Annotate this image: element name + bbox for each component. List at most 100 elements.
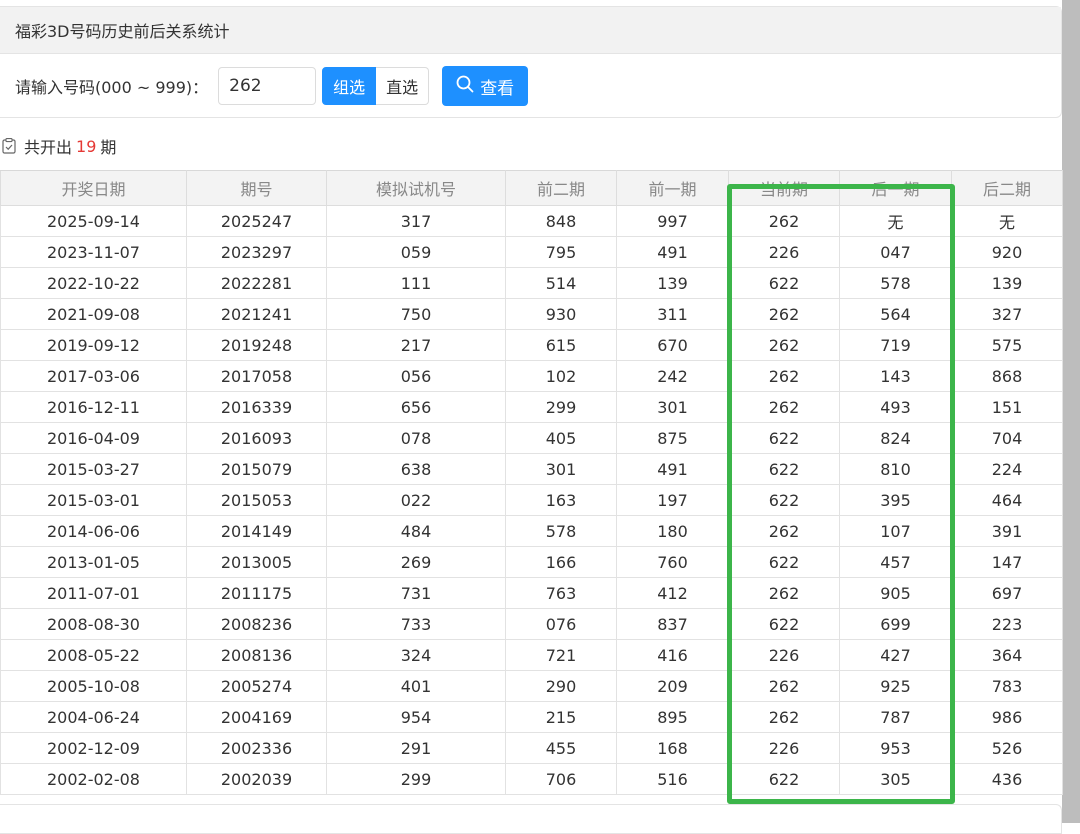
table-cell-prev2: 405: [505, 422, 617, 454]
table-cell-test-number: 731: [326, 577, 506, 609]
table-cell-prev2: 215: [505, 701, 617, 733]
number-input[interactable]: [218, 67, 317, 105]
table-cell-next1: 427: [839, 639, 952, 671]
table-cell-test-number: 324: [326, 639, 506, 671]
table-cell-prev1: 416: [616, 639, 729, 671]
table-cell-date: 2016-04-09: [0, 422, 187, 454]
search-icon: [456, 75, 474, 98]
table-cell-test-number: 056: [326, 360, 506, 392]
view-button[interactable]: 查看: [442, 66, 529, 106]
table-cell-prev1: 139: [616, 267, 729, 299]
table-cell-prev1: 197: [616, 484, 729, 516]
table-cell-next2: 223: [951, 608, 1063, 640]
summary-count: 19: [76, 136, 97, 156]
direct-select-button[interactable]: 直选: [376, 67, 430, 105]
table-cell-current: 262: [728, 701, 840, 733]
table-cell-next1: 824: [839, 422, 952, 454]
table-cell-current: 622: [728, 546, 840, 578]
table-cell-test-number: 022: [326, 484, 506, 516]
table-body: 2025-09-14 2025247 317 848 997 262 无无 2023-11-0…: [0, 205, 1063, 795]
table-cell-current: 622: [728, 484, 840, 516]
table-cell-next1: 107: [839, 515, 952, 547]
table-cell-date: 2008-05-22: [0, 639, 187, 671]
table-cell-prev2: 795: [505, 236, 617, 268]
table-cell-test-number: 078: [326, 422, 506, 454]
table-cell-next2: 139: [951, 267, 1063, 299]
table-cell-date: 2021-09-08: [0, 298, 187, 330]
table-cell-test-number: 059: [326, 236, 506, 268]
table-cell-date: 2017-03-06: [0, 360, 187, 392]
table-cell-prev2: 615: [505, 329, 617, 361]
table-row: 2011-07-01 2011175 731 763 412 262 905 697: [0, 577, 1063, 609]
table-row: 2017-03-06 2017058 056 102 242 262 143 868: [0, 360, 1063, 392]
table-cell-issue: 2016093: [186, 422, 327, 454]
table-cell-test-number: 291: [326, 732, 506, 764]
table-cell-next1: 787: [839, 701, 952, 733]
table-cell-test-number: 954: [326, 701, 506, 733]
table-cell-issue: 2002039: [186, 763, 327, 795]
table-row: 2016-12-11 2016339 656 299 301 262 493 151: [0, 391, 1063, 423]
table-cell-current: 226: [728, 732, 840, 764]
table-cell-prev1: 837: [616, 608, 729, 640]
table-cell-prev2: 455: [505, 732, 617, 764]
table-cell-prev2: 166: [505, 546, 617, 578]
history-table-wrapper: 开奖日期 期号 模拟试机号 前二期 前一期 当前期 后一期 后二期 2025-09-14 202…: [0, 170, 1063, 795]
table-cell-prev2: 076: [505, 608, 617, 640]
table-cell-date: 2016-12-11: [0, 391, 187, 423]
table-cell-current: 262: [728, 515, 840, 547]
table-cell-issue: 2002336: [186, 732, 327, 764]
table-cell-next2: 783: [951, 670, 1063, 702]
result-summary: 共开出 19 期: [2, 134, 116, 158]
table-cell-date: 2004-06-24: [0, 701, 187, 733]
table-cell-prev2: 301: [505, 453, 617, 485]
table-row: 2008-05-22 2008136 324 721 416 226 427 364: [0, 639, 1063, 671]
group-select-button[interactable]: 组选: [322, 67, 377, 105]
table-cell-next1: 699: [839, 608, 952, 640]
table-cell-current: 622: [728, 453, 840, 485]
table-cell-test-number: 299: [326, 763, 506, 795]
table-cell-prev1: 670: [616, 329, 729, 361]
table-cell-prev1: 242: [616, 360, 729, 392]
table-cell-next2: 986: [951, 701, 1063, 733]
table-row: 2004-06-24 2004169 954 215 895 262 787 986: [0, 701, 1063, 733]
column-header-prev2: 前二期: [505, 170, 617, 206]
query-form: 请输入号码(000 ~ 999)： 组选 直选 查看: [0, 54, 1061, 118]
table-cell-current: 622: [728, 422, 840, 454]
table-cell-issue: 2016339: [186, 391, 327, 423]
table-cell-next2: 327: [951, 298, 1063, 330]
table-cell-prev1: 491: [616, 236, 729, 268]
table-cell-next2: 575: [951, 329, 1063, 361]
table-cell-current: 226: [728, 639, 840, 671]
table-cell-prev2: 299: [505, 391, 617, 423]
page-scrollbar[interactable]: [1062, 0, 1080, 823]
table-cell-issue: 2014149: [186, 515, 327, 547]
table-cell-current: 226: [728, 236, 840, 268]
table-cell-next1: 810: [839, 453, 952, 485]
summary-prefix: 共开出: [24, 138, 73, 157]
table-cell-prev2: 514: [505, 267, 617, 299]
table-cell-next1: 719: [839, 329, 952, 361]
column-header-prev1: 前一期: [616, 170, 729, 206]
table-cell-issue: 2017058: [186, 360, 327, 392]
table-cell-test-number: 638: [326, 453, 506, 485]
table-cell-prev1: 997: [616, 205, 729, 237]
table-cell-next1: 305: [839, 763, 952, 795]
table-cell-date: 2005-10-08: [0, 670, 187, 702]
summary-suffix: 期: [100, 138, 117, 157]
table-cell-next1: 564: [839, 298, 952, 330]
table-cell-prev1: 760: [616, 546, 729, 578]
table-row: 2025-09-14 2025247 317 848 997 262 无无: [0, 205, 1063, 237]
table-cell-next1: 457: [839, 546, 952, 578]
table-cell-prev1: 412: [616, 577, 729, 609]
table-cell-date: 2025-09-14: [0, 205, 187, 237]
table-row: 2002-02-08 2002039 299 706 516 622 305 436: [0, 763, 1063, 795]
table-cell-date: 2011-07-01: [0, 577, 187, 609]
column-header-issue: 期号: [186, 170, 327, 206]
table-row: 2013-01-05 2013005 269 166 760 622 457 147: [0, 546, 1063, 578]
table-cell-next1: 925: [839, 670, 952, 702]
table-cell-test-number: 750: [326, 298, 506, 330]
table-row: 2002-12-09 2002336 291 455 168 226 953 526: [0, 732, 1063, 764]
clipboard-check-icon: [2, 138, 16, 154]
table-cell-prev1: 301: [616, 391, 729, 423]
table-cell-date: 2013-01-05: [0, 546, 187, 578]
